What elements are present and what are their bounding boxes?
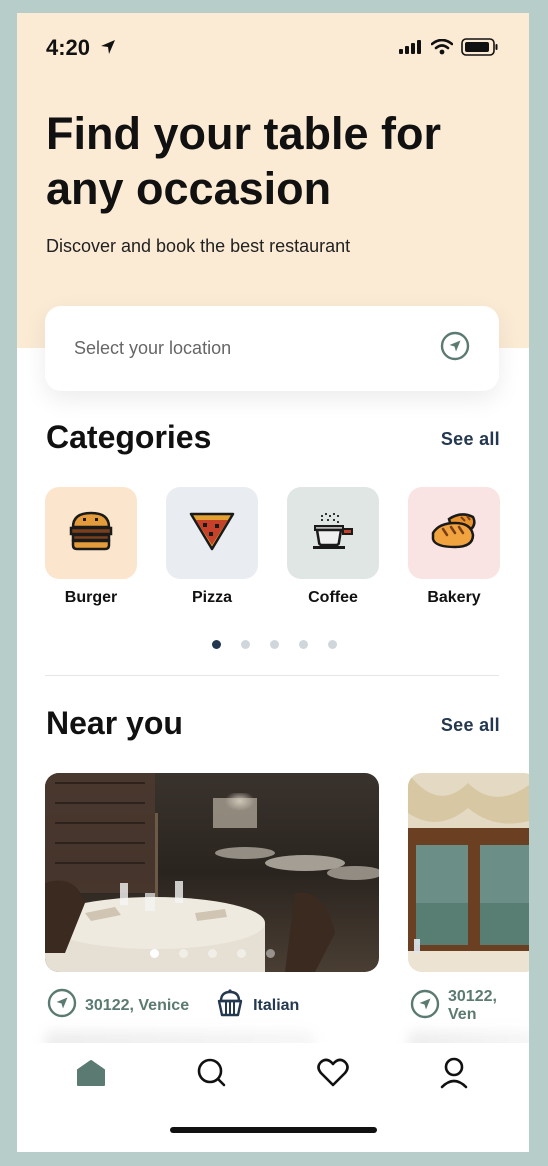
restaurant-photo[interactable] [408,773,529,972]
category-label: Burger [64,589,118,606]
status-icons [399,38,499,61]
page-dot-active[interactable] [212,640,221,649]
photo-dot-active[interactable] [150,949,159,958]
categories-pagination [212,640,337,649]
category-label: Pizza [191,589,232,606]
tab-search[interactable] [192,1055,232,1095]
category-pizza[interactable]: Pizza [166,487,258,607]
location-selector[interactable]: Select your location [45,306,499,391]
photo-dot[interactable] [237,949,246,958]
tab-favorites[interactable] [313,1055,353,1095]
photo-pagination [150,949,275,958]
hero-title: Find your table for any occasion [46,108,442,214]
pizza-icon [188,509,236,558]
categories-see-all-link[interactable]: See all [441,429,500,450]
page-dot[interactable] [299,640,308,649]
restaurant-location: 30122, Ven [448,988,497,1023]
page-dot[interactable] [328,640,337,649]
clock-text: 4:20 [46,35,91,60]
wifi-icon [430,38,454,60]
restaurant-location: 30122, Venice [85,996,190,1014]
user-icon [440,1057,468,1094]
category-bakery[interactable]: Bakery [408,487,500,607]
restaurant-meta: 30122, Ven [410,988,529,1024]
status-time: 4:20 [46,35,116,61]
page-dot[interactable] [241,640,250,649]
category-tile[interactable] [45,487,137,579]
app-screen: 4:20 Find your table for any occasion Di… [17,13,529,1152]
coffee-icon [309,509,357,558]
location-pin-icon [47,988,77,1023]
categories-list: Burger Pizza Coffee Bakery [45,487,500,607]
battery-icon [461,38,499,61]
categories-title: Categories [46,419,212,455]
photo-dot[interactable] [266,949,275,958]
near-you-title: Near you [46,705,183,741]
home-icon [76,1059,106,1092]
cupcake-icon [215,988,245,1023]
bakery-icon [429,509,479,558]
hero-subtitle: Discover and book the best restaurant [46,236,351,256]
burger-icon [67,509,115,558]
category-tile[interactable] [408,487,500,579]
photo-dot[interactable] [179,949,188,958]
category-coffee[interactable]: Coffee [287,487,379,607]
signal-icon [399,40,423,59]
restaurant-window-image [408,773,529,972]
heart-icon [317,1058,349,1093]
page-dot[interactable] [270,640,279,649]
category-tile[interactable] [287,487,379,579]
category-label: Bakery [427,589,481,606]
restaurant-interior-image [45,773,379,972]
restaurant-photo[interactable] [45,773,379,972]
tab-home[interactable] [71,1055,111,1095]
restaurant-meta: 30122, Venice Italian [47,988,299,1023]
home-indicator[interactable] [170,1127,377,1133]
location-services-icon [100,35,116,61]
category-label: Coffee [308,589,358,606]
category-tile[interactable] [166,487,258,579]
bottom-tab-bar [17,1043,529,1152]
location-placeholder: Select your location [74,338,232,358]
section-divider [45,675,499,676]
tab-profile[interactable] [434,1055,474,1095]
search-icon [196,1057,228,1094]
navigation-arrow-icon[interactable] [440,331,470,366]
photo-dot[interactable] [208,949,217,958]
near-you-see-all-link[interactable]: See all [441,715,500,736]
restaurant-cuisine: Italian [253,996,300,1014]
category-burger[interactable]: Burger [45,487,137,607]
location-pin-icon [410,989,440,1024]
